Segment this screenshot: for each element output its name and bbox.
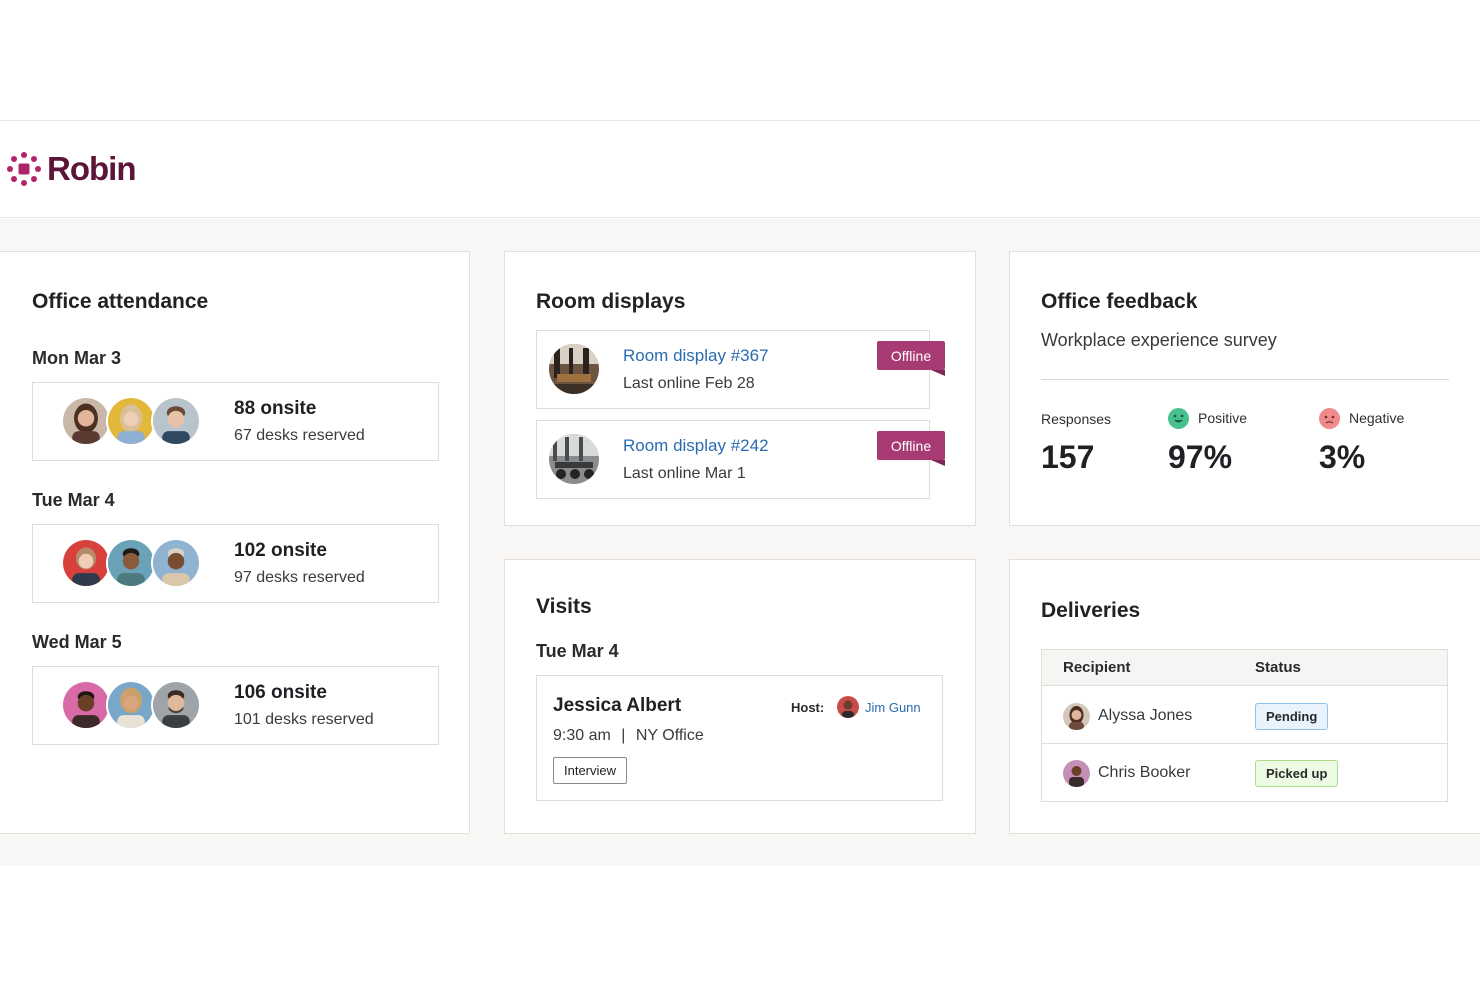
avatar bbox=[61, 680, 111, 730]
avatar bbox=[106, 538, 156, 588]
visit-type-tag: Interview bbox=[553, 757, 628, 784]
avatar bbox=[106, 396, 156, 446]
table-header: Recipient Status bbox=[1042, 650, 1447, 686]
card-title: Office feedback bbox=[1041, 290, 1198, 313]
room-thumbnail bbox=[549, 344, 599, 394]
avatar-group bbox=[61, 680, 211, 730]
avatar-group bbox=[61, 538, 211, 588]
last-online: Last online Feb 28 bbox=[623, 375, 755, 392]
attendance-date: Mon Mar 3 bbox=[32, 348, 122, 368]
positive-value: 97% bbox=[1168, 439, 1233, 475]
negative-value: 3% bbox=[1319, 439, 1366, 475]
negative-label: Negative bbox=[1319, 406, 1404, 430]
visits-date: Tue Mar 4 bbox=[536, 641, 619, 661]
status-badge: Picked up bbox=[1255, 760, 1339, 787]
host-name-link[interactable]: Jim Gunn bbox=[865, 700, 921, 715]
offline-badge: Offline bbox=[877, 341, 945, 376]
deliveries-table: Recipient Status Alyssa Jones Pending Ch… bbox=[1041, 649, 1448, 802]
recipient-name: Alyssa Jones bbox=[1098, 707, 1193, 724]
frown-face-icon bbox=[1319, 407, 1340, 429]
divider bbox=[1041, 379, 1449, 380]
card-title: Office attendance bbox=[32, 290, 209, 313]
stat-label-text: Negative bbox=[1349, 410, 1405, 426]
table-row[interactable]: Alyssa Jones Pending bbox=[1042, 687, 1447, 744]
recipient-avatar bbox=[1063, 760, 1090, 787]
separator: | bbox=[621, 727, 626, 744]
room-display-row[interactable]: Room display #242 Last online Mar 1 Offl… bbox=[536, 420, 945, 499]
recipient-avatar bbox=[1063, 703, 1090, 730]
positive-label: Positive bbox=[1168, 406, 1247, 430]
visitor-name: Jessica Albert bbox=[553, 695, 682, 716]
avatar bbox=[151, 680, 201, 730]
column-header-recipient[interactable]: Recipient bbox=[1063, 659, 1131, 676]
survey-subtitle: Workplace experience survey bbox=[1041, 330, 1277, 350]
desks-reserved: 101 desks reserved bbox=[234, 711, 374, 728]
visits-card: Visits Tue Mar 4 Jessica Albert 9:30 am … bbox=[504, 559, 976, 834]
card-title: Visits bbox=[536, 595, 592, 618]
avatar bbox=[151, 396, 201, 446]
attendance-date: Tue Mar 4 bbox=[32, 490, 115, 510]
responses-value: 157 bbox=[1041, 439, 1095, 475]
room-displays-card: Room displays Room display #367 Last onl… bbox=[504, 251, 976, 526]
dashboard-canvas: Office attendance Mon Mar 3 88 onsite 67… bbox=[0, 219, 1480, 866]
card-title: Deliveries bbox=[1041, 599, 1141, 622]
visit-entry[interactable]: Jessica Albert 9:30 am | NY Office Host:… bbox=[536, 675, 943, 801]
avatar bbox=[106, 680, 156, 730]
avatar bbox=[61, 396, 111, 446]
desks-reserved: 97 desks reserved bbox=[234, 569, 365, 586]
robin-logo-icon bbox=[7, 152, 41, 186]
table-row[interactable]: Chris Booker Picked up bbox=[1042, 744, 1447, 801]
robin-logo[interactable]: Robin bbox=[6, 150, 136, 187]
room-display-row[interactable]: Room display #367 Last online Feb 28 Off… bbox=[536, 330, 945, 409]
avatar bbox=[61, 538, 111, 588]
onsite-count: 106 onsite bbox=[234, 682, 327, 703]
room-display-link[interactable]: Room display #242 bbox=[623, 436, 769, 456]
onsite-count: 102 onsite bbox=[234, 540, 327, 561]
avatar bbox=[151, 538, 201, 588]
attendance-row[interactable]: 106 onsite 101 desks reserved bbox=[32, 666, 439, 745]
office-attendance-card: Office attendance Mon Mar 3 88 onsite 67… bbox=[0, 251, 470, 834]
visit-time-location: 9:30 am | NY Office bbox=[553, 727, 704, 745]
brand-name: Robin bbox=[47, 150, 136, 187]
stat-label-text: Responses bbox=[1041, 410, 1112, 427]
status-badge: Pending bbox=[1255, 703, 1329, 730]
card-title: Room displays bbox=[536, 290, 686, 313]
stat-label-text: Positive bbox=[1198, 410, 1248, 426]
onsite-count: 88 onsite bbox=[234, 398, 317, 419]
responses-label: Responses bbox=[1041, 408, 1111, 429]
last-online: Last online Mar 1 bbox=[623, 465, 746, 482]
room-thumbnail bbox=[549, 434, 599, 484]
attendance-date: Wed Mar 5 bbox=[32, 632, 122, 652]
top-bar: Robin bbox=[0, 120, 1480, 218]
recipient-name: Chris Booker bbox=[1098, 764, 1191, 781]
smile-face-icon bbox=[1168, 407, 1189, 429]
room-display-link[interactable]: Room display #367 bbox=[623, 346, 769, 366]
visit-location: NY Office bbox=[635, 727, 704, 744]
office-feedback-card: Office feedback Workplace experience sur… bbox=[1009, 251, 1480, 526]
desks-reserved: 67 desks reserved bbox=[234, 427, 365, 444]
host-label: Host: bbox=[791, 700, 825, 715]
attendance-row[interactable]: 88 onsite 67 desks reserved bbox=[32, 382, 439, 461]
avatar-group bbox=[61, 396, 211, 446]
deliveries-card: Deliveries Recipient Status Alyssa Jones… bbox=[1009, 559, 1480, 834]
host-avatar bbox=[837, 696, 859, 718]
column-header-status[interactable]: Status bbox=[1255, 659, 1301, 676]
offline-badge: Offline bbox=[877, 431, 945, 466]
attendance-row[interactable]: 102 onsite 97 desks reserved bbox=[32, 524, 439, 603]
visit-time: 9:30 am bbox=[553, 727, 611, 744]
